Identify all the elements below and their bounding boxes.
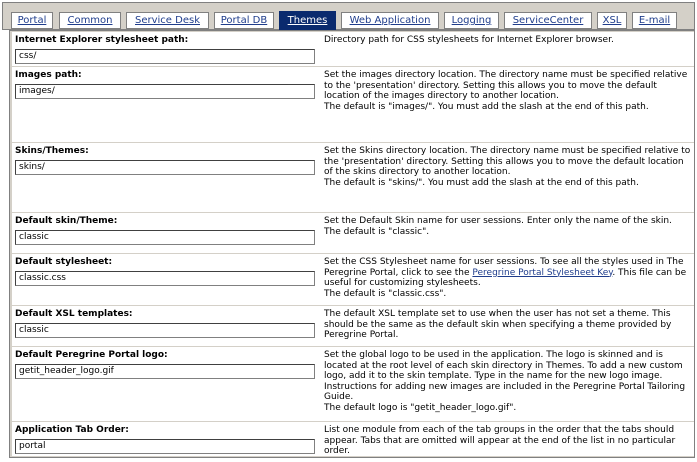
setting-label: Default XSL templates: (15, 309, 133, 319)
default-skin-input[interactable]: classic (15, 230, 315, 245)
stylesheet-key-link[interactable]: Peregrine Portal Stylesheet Key (472, 268, 612, 278)
setting-description: Set the CSS Stylesheet name for user ses… (324, 257, 692, 299)
default-note: The default logo is "getit_header_logo.g… (324, 402, 517, 413)
setting-row-default-stylesheet: Default stylesheet: classic.css Set the … (12, 254, 694, 306)
setting-row-default-skin: Default skin/Theme: classic Set the Defa… (12, 213, 694, 254)
setting-field: Default XSL templates: classic (15, 309, 315, 338)
tab-order-input[interactable]: portal (15, 439, 315, 454)
description-text: Set the global logo to be used in the ap… (324, 350, 686, 402)
setting-label: Default skin/Theme: (15, 216, 118, 226)
description-text: Set the Skins directory location. The di… (324, 146, 691, 177)
tab-service-desk[interactable]: Service Desk (126, 12, 209, 29)
setting-field: Default Peregrine Portal logo: getit_hea… (15, 350, 315, 379)
tab-xsl[interactable]: XSL (597, 12, 627, 29)
setting-description: The default XSL template set to use when… (324, 309, 692, 341)
setting-field: Default skin/Theme: classic (15, 216, 315, 245)
setting-row-default-xsl: Default XSL templates: classic The defau… (12, 306, 694, 347)
setting-description: Directory path for CSS stylesheets for I… (324, 35, 692, 46)
setting-field: Images path: images/ (15, 70, 315, 99)
default-note: The default is "classic". (324, 226, 430, 237)
setting-description: Set the Skins directory location. The di… (324, 146, 692, 188)
setting-label: Application Tab Order: (15, 425, 129, 435)
tab-logging[interactable]: Logging (444, 12, 499, 29)
setting-row-ie-stylesheet: Internet Explorer stylesheet path: css/ … (12, 32, 694, 67)
tab-portal-db[interactable]: Portal DB (214, 12, 274, 29)
skins-path-input[interactable]: skins/ (15, 160, 315, 175)
setting-label: Internet Explorer stylesheet path: (15, 35, 189, 45)
tab-bar: Portal Common Service Desk Portal DB The… (2, 2, 695, 30)
images-path-input[interactable]: images/ (15, 84, 315, 99)
setting-label: Skins/Themes: (15, 146, 89, 156)
tab-web-application[interactable]: Web Application (341, 12, 439, 29)
tab-email[interactable]: E-mail (632, 12, 677, 29)
default-note: The default is "skins/". You must add th… (324, 177, 639, 188)
default-note: The default is "images/". You must add t… (324, 101, 649, 112)
setting-description: Set the Default Skin name for user sessi… (324, 216, 692, 237)
tab-themes[interactable]: Themes (279, 11, 336, 30)
setting-field: Default stylesheet: classic.css (15, 257, 315, 286)
ie-stylesheet-path-input[interactable]: css/ (15, 49, 315, 64)
setting-description: Set the global logo to be used in the ap… (324, 350, 692, 413)
setting-label: Default Peregrine Portal logo: (15, 350, 168, 360)
setting-field: Skins/Themes: skins/ (15, 146, 315, 175)
setting-description: List one module from each of the tab gro… (324, 425, 692, 457)
default-note: The default is "classic.css". (324, 288, 447, 299)
setting-field: Internet Explorer stylesheet path: css/ (15, 35, 315, 64)
setting-description: Set the images directory location. The d… (324, 70, 692, 112)
default-xsl-input[interactable]: classic (15, 323, 315, 338)
description-text: Set the Default Skin name for user sessi… (324, 216, 672, 226)
default-stylesheet-input[interactable]: classic.css (15, 271, 315, 286)
setting-row-skins-themes: Skins/Themes: skins/ Set the Skins direc… (12, 143, 694, 213)
setting-label: Images path: (15, 70, 82, 80)
tab-portal[interactable]: Portal (11, 12, 53, 29)
setting-label: Default stylesheet: (15, 257, 113, 267)
description-text: Directory path for CSS stylesheets for I… (324, 35, 614, 45)
description-text: Set the images directory location. The d… (324, 70, 688, 101)
setting-field: Application Tab Order: portal (15, 425, 315, 454)
setting-row-portal-logo: Default Peregrine Portal logo: getit_hea… (12, 347, 694, 422)
description-text: List one module from each of the tab gro… (324, 425, 676, 456)
themes-settings-panel: Internet Explorer stylesheet path: css/ … (9, 30, 695, 458)
description-text: Set the CSS Stylesheet name for user ses… (324, 257, 692, 289)
setting-row-images-path: Images path: images/ Set the images dire… (12, 67, 694, 143)
setting-row-tab-order: Application Tab Order: portal List one m… (12, 422, 694, 457)
description-text: The default XSL template set to use when… (324, 309, 672, 340)
tab-servicecenter[interactable]: ServiceCenter (504, 12, 592, 29)
tab-common[interactable]: Common (59, 12, 121, 29)
portal-logo-input[interactable]: getit_header_logo.gif (15, 364, 315, 379)
